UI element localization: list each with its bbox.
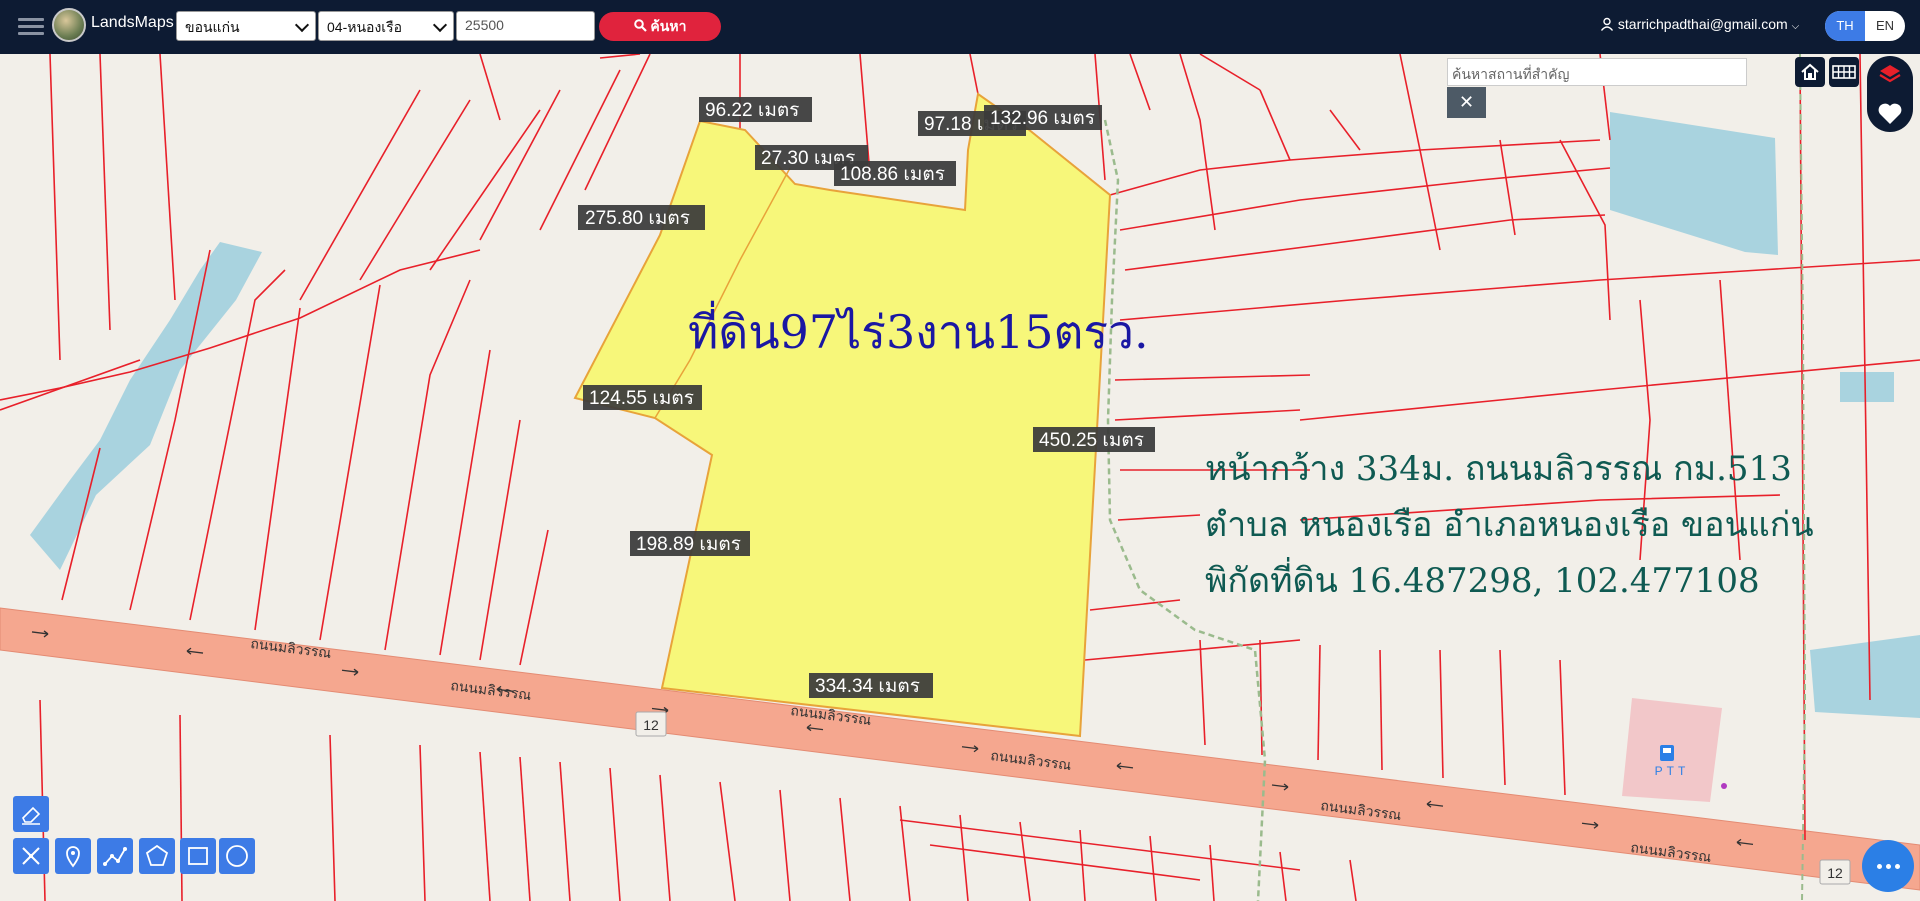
district-select[interactable]: 04-หนองเรือ xyxy=(318,11,454,41)
marker-icon[interactable] xyxy=(55,838,91,874)
measurement-label: 275.80 เมตร xyxy=(578,205,705,230)
svg-text:334.34 เมตร: 334.34 เมตร xyxy=(815,676,920,697)
measurement-label: 450.25 เมตร xyxy=(1033,427,1155,452)
svg-text:12: 12 xyxy=(643,717,659,733)
search-button[interactable]: ค้นหา xyxy=(599,12,721,41)
grid-icon[interactable] xyxy=(1829,57,1859,87)
search-button-label: ค้นหา xyxy=(650,18,687,34)
dot xyxy=(1877,864,1882,869)
search-icon xyxy=(633,19,647,32)
route-shield: 12 xyxy=(1819,859,1851,885)
rectangle-icon[interactable] xyxy=(180,838,216,874)
svg-text:124.55 เมตร: 124.55 เมตร xyxy=(589,388,694,409)
measurement-label: 334.34 เมตร xyxy=(809,673,933,698)
district-select-value: 04-หนองเรือ xyxy=(327,19,402,35)
parcel-title: ที่ดิน97ไร่3งาน15ตรว. xyxy=(688,300,1149,359)
svg-text:12: 12 xyxy=(1827,865,1843,881)
gas-station-icon xyxy=(1660,745,1674,761)
measurement-label: 124.55 เมตร xyxy=(583,385,702,410)
chevron-down-icon xyxy=(294,17,310,33)
brand-logo[interactable] xyxy=(52,8,86,42)
dot xyxy=(1886,864,1891,869)
zip-input[interactable]: 25500 xyxy=(456,11,595,41)
measurement-label: 108.86 เมตร xyxy=(834,161,956,186)
polyline-icon[interactable] xyxy=(97,838,133,874)
place-search-input[interactable]: ค้นหาสถานที่สำคัญ xyxy=(1447,58,1747,86)
ruler-icon[interactable] xyxy=(13,838,49,874)
zip-input-value: 25500 xyxy=(465,17,504,33)
svg-text:275.80 เมตร: 275.80 เมตร xyxy=(585,208,690,229)
route-shield: 12 xyxy=(635,711,667,737)
hamburger-menu-icon[interactable] xyxy=(18,14,44,40)
user-icon xyxy=(1600,17,1614,31)
eraser-icon[interactable] xyxy=(13,796,49,832)
right-panel xyxy=(1867,56,1913,132)
more-options-button[interactable] xyxy=(1862,840,1914,892)
user-email: starrichpadthai@gmail.com xyxy=(1617,16,1788,32)
home-icon[interactable] xyxy=(1795,57,1825,87)
parcel-info-frontage: หน้ากว้าง 334ม. ถนนมลิวรรณ กม.513 xyxy=(1205,449,1792,489)
user-menu[interactable]: starrichpadthai@gmail.com ⌵ xyxy=(1600,16,1799,32)
map-canvas[interactable]: PTT ถนนมลิวรรณถนนมลิวรรณถนนมลิวรรณถนนมลิ… xyxy=(0,54,1920,901)
heart-icon[interactable] xyxy=(1867,94,1913,132)
top-bar: LandsMaps ขอนแก่น 04-หนองเรือ 25500 ค้นห… xyxy=(0,0,1920,54)
province-select[interactable]: ขอนแก่น xyxy=(176,11,316,41)
svg-text:198.89 เมตร: 198.89 เมตร xyxy=(636,534,741,555)
polygon-icon[interactable] xyxy=(139,838,175,874)
circle-icon[interactable] xyxy=(219,838,255,874)
close-icon[interactable]: ✕ xyxy=(1447,87,1486,118)
svg-text:132.96 เมตร: 132.96 เมตร xyxy=(990,108,1095,129)
chevron-down-icon: ⌵ xyxy=(1791,21,1800,32)
svg-text:450.25 เมตร: 450.25 เมตร xyxy=(1039,430,1144,451)
gas-station-label: PTT xyxy=(1655,764,1690,778)
brand-name[interactable]: LandsMaps xyxy=(91,14,174,32)
measurement-label: 96.22 เมตร xyxy=(699,97,812,122)
lang-en-button[interactable]: EN xyxy=(1865,11,1905,41)
layers-icon[interactable] xyxy=(1867,56,1913,94)
svg-text:108.86 เมตร: 108.86 เมตร xyxy=(840,164,945,185)
measurement-label: 132.96 เมตร xyxy=(984,105,1102,130)
parcel-info-location: ตำบล หนองเรือ อำเภอหนองเรือ ขอนแก่น xyxy=(1205,505,1814,545)
dot xyxy=(1895,864,1900,869)
language-switch: TH EN xyxy=(1825,11,1905,41)
poi-dot xyxy=(1721,783,1727,789)
province-select-value: ขอนแก่น xyxy=(185,19,240,35)
place-search-placeholder: ค้นหาสถานที่สำคัญ xyxy=(1452,66,1570,82)
lang-th-button[interactable]: TH xyxy=(1825,11,1865,41)
pond xyxy=(1840,372,1894,402)
svg-text:96.22 เมตร: 96.22 เมตร xyxy=(705,100,799,121)
measurement-label: 198.89 เมตร xyxy=(630,531,750,556)
chevron-down-icon xyxy=(432,17,448,33)
parcel-info-coordinates: พิกัดที่ดิน 16.487298, 102.477108 xyxy=(1205,557,1760,601)
